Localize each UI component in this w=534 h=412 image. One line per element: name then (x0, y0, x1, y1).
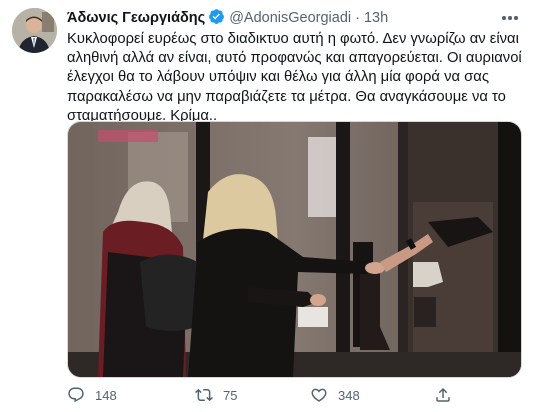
photo-shoe-store-scene (68, 122, 521, 377)
verified-badge-icon (208, 8, 225, 31)
retweet-icon (195, 388, 213, 402)
tweet-text: Κυκλοφορεί ευρέως στο διαδικτυο αυτή η φ… (67, 30, 522, 126)
tweet-text-line: Κυκλοφορεί ευρέως στο διαδικτυο αυτή η φ… (67, 31, 519, 47)
separator-dot: · (355, 10, 360, 26)
tweet-time[interactable]: 13h (364, 10, 388, 26)
tweet-photo[interactable] (67, 121, 522, 378)
tweet-actions: 148 75 348 (67, 384, 522, 406)
like-button[interactable]: 348 (310, 384, 360, 406)
retweet-button[interactable]: 75 (195, 384, 237, 406)
share-button[interactable] (434, 384, 452, 406)
tweet-header: Άδωνις Γεωργιάδης @AdonisGeorgiadi · 13h (67, 8, 522, 28)
author-handle[interactable]: @AdonisGeorgiadi (229, 10, 351, 26)
reply-count: 148 (95, 387, 117, 403)
like-count: 348 (338, 387, 360, 403)
author-name[interactable]: Άδωνις Γεωργιάδης (67, 10, 205, 26)
reply-button[interactable]: 148 (67, 384, 117, 406)
reply-icon (68, 387, 84, 403)
heart-icon (311, 388, 327, 402)
tweet-card[interactable]: Άδωνις Γεωργιάδης @AdonisGeorgiadi · 13h Κυ… (0, 0, 534, 412)
tweet-text-line: παρακαλέσω να μην παραβιάζετε τα μέτρα. … (67, 88, 506, 105)
share-icon (436, 387, 450, 402)
retweet-count: 75 (223, 387, 238, 403)
tweet-text-line: έλεγχοι θα το λάβουν υπόψιν και θέλω για… (67, 69, 489, 86)
tweet-text-line: αληθινή αλλά αν είναι, αυτό προφανώς και… (67, 50, 522, 67)
more-options-icon[interactable] (498, 8, 522, 28)
avatar[interactable] (12, 8, 57, 53)
avatar-photo (12, 8, 57, 53)
